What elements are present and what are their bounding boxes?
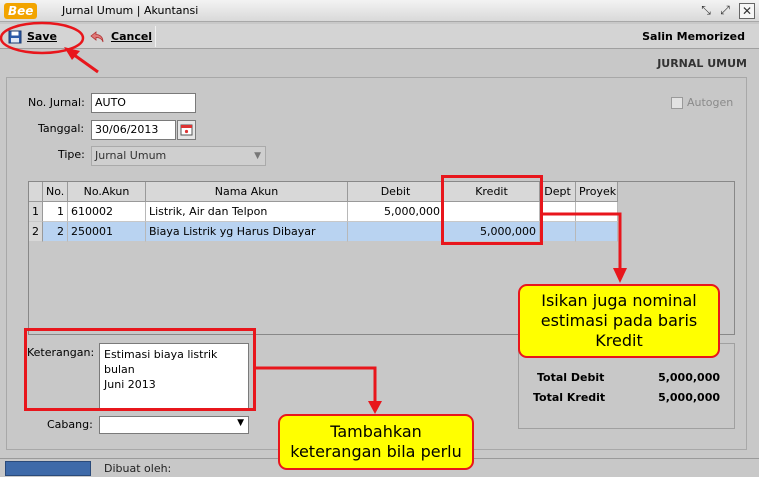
close-icon[interactable]: ✕ (739, 3, 755, 19)
checkbox-box (671, 96, 683, 109)
col-header-no[interactable]: No. (43, 182, 68, 202)
tipe-label: Tipe: (58, 148, 85, 161)
cell-proyek[interactable] (576, 222, 618, 242)
cell-no-akun[interactable]: 250001 (68, 222, 146, 242)
tipe-value: Jurnal Umum (95, 149, 167, 162)
cancel-label: Cancel (111, 30, 153, 43)
chevron-down-icon: ▼ (254, 151, 261, 161)
tanggal-field[interactable]: 30/06/2013 (91, 120, 176, 140)
cancel-button[interactable]: Cancel (86, 26, 156, 47)
cell-no[interactable]: 1 (43, 202, 68, 222)
tipe-select[interactable]: Jurnal Umum ▼ (91, 146, 266, 166)
toolbar-separator (155, 26, 156, 47)
total-kredit-label: Total Kredit (533, 391, 606, 404)
cell-dept[interactable] (540, 202, 576, 222)
row-number: 1 (29, 202, 43, 222)
floppy-disk-icon (8, 30, 22, 43)
title-bar: Bee Jurnal Umum | Akuntansi ⤡ ⤢ ✕ (0, 0, 759, 22)
keterangan-highlight-box (24, 328, 256, 411)
autogen-label: Autogen (687, 96, 734, 109)
cell-debit[interactable]: 5,000,000 (348, 202, 444, 222)
cabang-select[interactable]: ▼ (99, 416, 249, 434)
col-header-nama-akun[interactable]: Nama Akun (146, 182, 348, 202)
status-indicator (5, 461, 91, 476)
undo-arrow-icon (90, 30, 104, 42)
col-header-proyek[interactable]: Proyek (576, 182, 618, 202)
kredit-highlight-box (441, 175, 543, 245)
cell-dept[interactable] (540, 222, 576, 242)
cell-no-akun[interactable]: 610002 (68, 202, 146, 222)
callout-kredit: Isikan juga nominal estimasi pada baris … (518, 284, 720, 358)
cell-nama-akun[interactable]: Biaya Listrik yg Harus Dibayar (146, 222, 348, 242)
callout-keterangan: Tambahkan keterangan bila perlu (278, 414, 474, 470)
restore-icon[interactable]: ⤡ (698, 3, 714, 19)
col-header-dept[interactable]: Dept (540, 182, 576, 202)
row-number: 2 (29, 222, 43, 242)
cell-proyek[interactable] (576, 202, 618, 222)
total-kredit-value: 5,000,000 (658, 391, 720, 404)
section-title: JURNAL UMUM (657, 57, 747, 70)
autogen-checkbox[interactable]: Autogen (671, 96, 733, 109)
save-label: Save (27, 30, 57, 43)
bee-logo: Bee (4, 3, 38, 19)
dibuat-oleh-label: Dibuat oleh: (104, 462, 172, 475)
no-jurnal-field[interactable]: AUTO (91, 93, 196, 113)
salin-memorized-button[interactable]: Salin Memorized (642, 30, 745, 43)
toolbar: Save Cancel Salin Memorized (0, 24, 759, 49)
window-title: Jurnal Umum | Akuntansi (62, 4, 199, 17)
no-jurnal-label: No. Jurnal: (28, 96, 85, 109)
maximize-icon[interactable]: ⤢ (717, 3, 733, 19)
row-number-header (29, 182, 43, 202)
calendar-icon (180, 124, 193, 136)
cell-debit[interactable] (348, 222, 444, 242)
total-debit-value: 5,000,000 (658, 371, 720, 384)
col-header-debit[interactable]: Debit (348, 182, 444, 202)
total-debit-label: Total Debit (537, 371, 605, 384)
col-header-no-akun[interactable]: No.Akun (68, 182, 146, 202)
cell-no[interactable]: 2 (43, 222, 68, 242)
cell-nama-akun[interactable]: Listrik, Air dan Telpon (146, 202, 348, 222)
cabang-label: Cabang: (47, 418, 93, 431)
calendar-button[interactable] (177, 120, 196, 140)
save-button[interactable]: Save (4, 26, 61, 47)
chevron-down-icon: ▼ (237, 418, 244, 428)
tanggal-label: Tanggal: (38, 122, 85, 135)
